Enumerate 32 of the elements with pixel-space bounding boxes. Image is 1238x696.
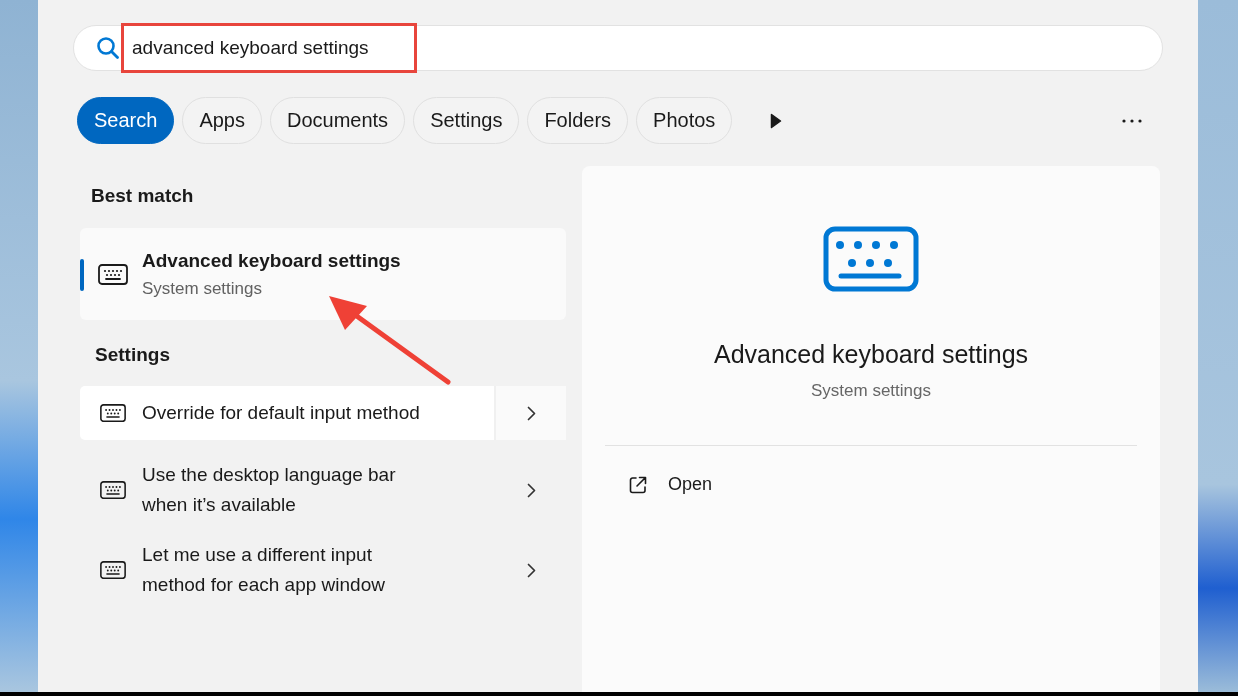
keyboard-icon: [100, 480, 126, 500]
chevron-right-icon: [526, 482, 536, 498]
preview-title: Advanced keyboard settings: [713, 340, 1029, 369]
open-action[interactable]: Open: [622, 470, 719, 499]
search-icon: [96, 36, 120, 60]
filter-tab[interactable]: Search: [77, 97, 175, 144]
result-label: Use the desktop language bar when it’s available: [142, 463, 397, 517]
filter-tab[interactable]: Photos: [636, 97, 733, 144]
section-heading: Settings: [95, 344, 171, 366]
settings-result[interactable]: Use the desktop language bar when it’s available: [80, 460, 566, 520]
chevron-right-icon: [526, 562, 536, 578]
preview-subtitle: System settings: [811, 381, 931, 401]
keyboard-icon: [823, 226, 919, 292]
best-match-result[interactable]: Advanced keyboard settings System settings: [80, 228, 566, 320]
result-label: Let me use a different input method for each app window: [142, 543, 386, 597]
settings-result[interactable]: Let me use a different input method for each app window: [80, 540, 566, 600]
section-heading: Best match: [91, 185, 195, 207]
result-title: Advanced keyboard settings: [142, 249, 401, 272]
chevron-right-icon: [526, 405, 536, 421]
settings-result[interactable]: Override for default input method: [80, 386, 566, 440]
keyboard-icon: [100, 403, 126, 423]
result-label: Override for default input method: [142, 401, 421, 425]
keyboard-icon: [100, 560, 126, 580]
result-subtitle: System settings: [142, 278, 263, 299]
search-field[interactable]: advanced keyboard settings: [132, 37, 532, 59]
keyboard-icon: [98, 263, 128, 285]
external-link-icon: [628, 474, 648, 495]
filter-tab[interactable]: Documents: [269, 97, 406, 144]
filter-tab[interactable]: Settings: [413, 97, 520, 144]
play-icon[interactable]: [770, 112, 783, 129]
filter-tab[interactable]: Folders: [527, 97, 629, 144]
filter-tab[interactable]: Apps: [182, 97, 262, 144]
